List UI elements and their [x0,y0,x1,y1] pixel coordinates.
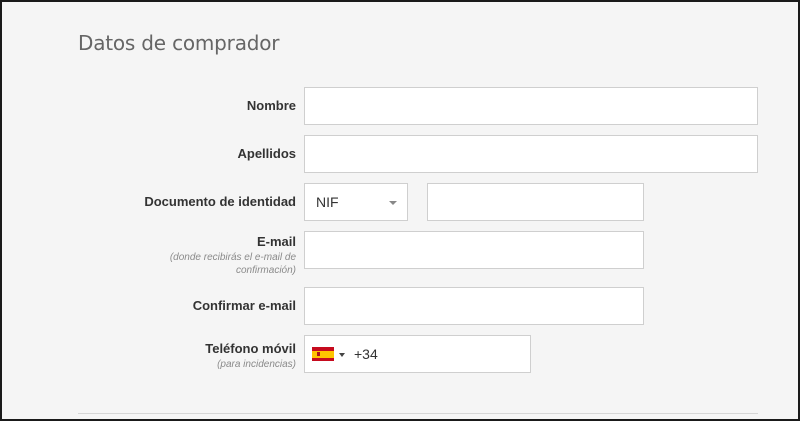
nombre-label: Nombre [246,98,296,113]
buyer-data-panel: Datos de comprador Nombre Apellidos Docu… [0,0,800,421]
section-divider [78,413,758,414]
email-input[interactable] [304,231,644,269]
phone-dial-code: +34 [354,346,378,362]
document-type-value: NIF [316,194,339,210]
confirmar-email-input[interactable] [304,287,644,325]
phone-input[interactable]: +34 [304,335,531,373]
apellidos-input[interactable] [304,135,758,173]
document-type-select[interactable]: NIF [304,183,408,221]
nombre-input[interactable] [304,87,758,125]
country-dropdown-caret-icon[interactable] [339,353,345,357]
documento-label: Documento de identidad [144,194,296,209]
email-label: E-mail [256,234,296,249]
telefono-label: Teléfono móvil [205,341,296,356]
email-hint-line2: confirmación) [235,265,296,276]
section-title: Datos de comprador [78,31,280,55]
telefono-hint: (para incidencias) [217,359,296,370]
spain-flag-icon[interactable] [312,347,334,361]
documento-input[interactable] [427,183,644,221]
confirmar-email-label: Confirmar e-mail [192,298,296,313]
chevron-down-icon [389,201,397,205]
apellidos-label: Apellidos [237,146,296,161]
email-hint-line1: (donde recibirás el e-mail de [169,252,296,263]
